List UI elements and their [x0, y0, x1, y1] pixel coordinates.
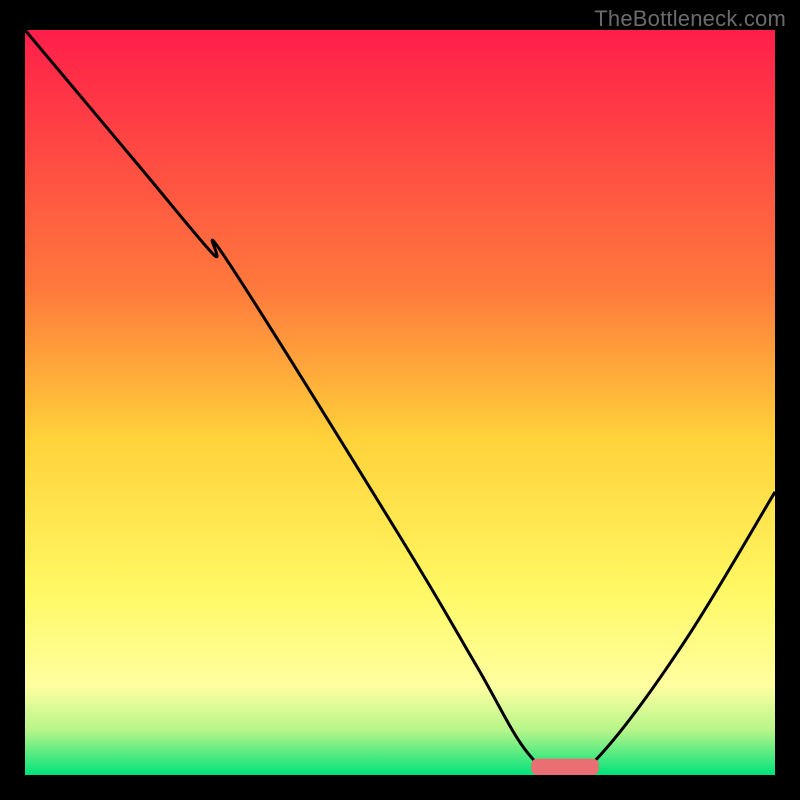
gradient-background	[25, 30, 775, 775]
optimal-range-marker	[531, 759, 599, 775]
bottleneck-chart	[0, 0, 800, 800]
chart-frame: TheBottleneck.com	[0, 0, 800, 800]
watermark-text: TheBottleneck.com	[594, 6, 786, 32]
